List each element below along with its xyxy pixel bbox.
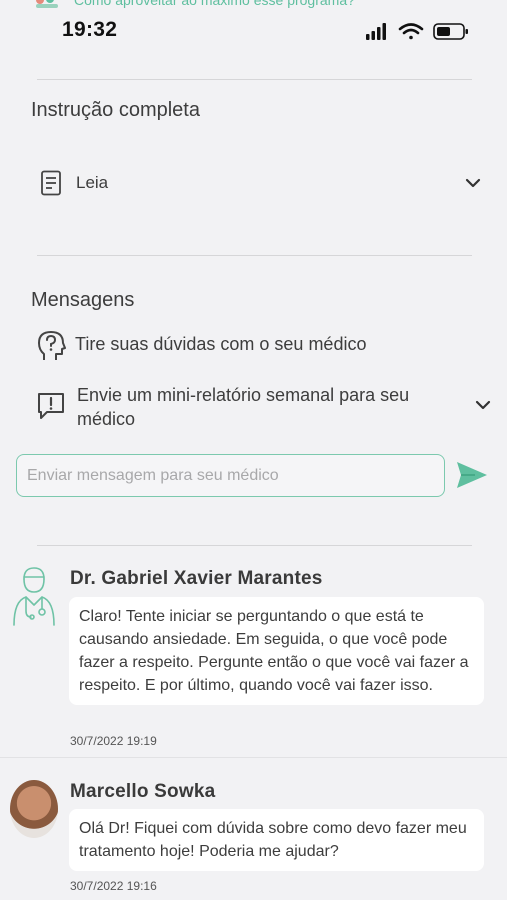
document-icon — [41, 170, 61, 196]
divider — [37, 79, 472, 80]
message-sender: Dr. Gabriel Xavier Marantes — [70, 568, 323, 589]
avatar — [10, 780, 58, 838]
exclamation-chat-icon — [38, 393, 64, 419]
send-icon[interactable] — [455, 460, 489, 490]
divider — [0, 757, 507, 758]
read-instructions-item[interactable]: Leia — [76, 173, 108, 193]
message-bubble: Olá Dr! Fiquei com dúvida sobre como dev… — [69, 809, 484, 871]
divider — [37, 545, 472, 546]
divider — [37, 255, 472, 256]
ask-doctor-item[interactable]: Tire suas dúvidas com o seu médico — [75, 334, 366, 355]
doctor-avatar-icon — [13, 567, 55, 626]
message-bubble: Claro! Tente iniciar se perguntando o qu… — [69, 597, 484, 705]
chevron-down-icon[interactable] — [472, 394, 494, 416]
status-time: 19:32 — [62, 18, 118, 41]
messages-title: Mensagens — [31, 289, 135, 311]
question-head-icon — [38, 331, 66, 360]
status-icons — [366, 23, 468, 40]
chevron-down-icon[interactable] — [462, 172, 484, 194]
program-tips-link[interactable]: Como aproveitar ao máximo esse programa? — [74, 0, 355, 8]
instructions-title: Instrução completa — [31, 99, 200, 121]
message-timestamp: 30/7/2022 19:19 — [70, 734, 157, 748]
program-logo-icon — [36, 0, 58, 8]
message-input[interactable] — [16, 454, 445, 497]
battery-icon — [433, 23, 468, 40]
wifi-icon — [398, 23, 424, 40]
signal-icon — [366, 23, 386, 40]
message-sender: Marcello Sowka — [70, 781, 216, 802]
weekly-report-item[interactable]: Envie um mini-relatório semanal para seu… — [77, 383, 447, 431]
message-timestamp: 30/7/2022 19:16 — [70, 879, 157, 893]
